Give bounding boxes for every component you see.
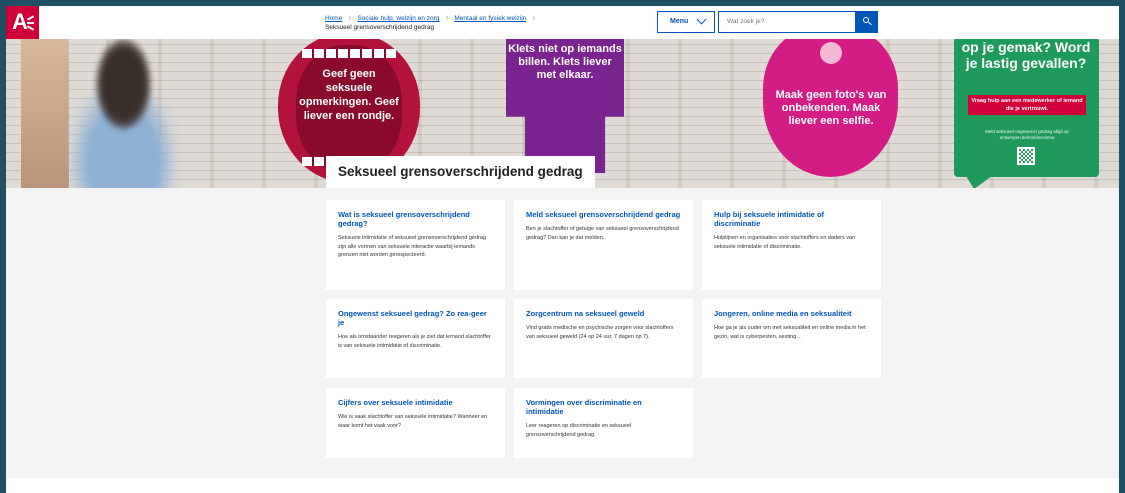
poster-speech-bubble-tail	[964, 173, 996, 188]
chevron-right-icon: ›	[532, 12, 536, 22]
card-meld[interactable]: Meld seksueel grensoverschrijdend gedrag…	[514, 200, 693, 290]
card-title[interactable]: Zorgcentrum na seksueel geweld	[526, 309, 681, 318]
chevron-right-icon: ›	[445, 12, 449, 22]
breadcrumb-sociale-hulp[interactable]: Sociale hulp, welzijn en zorg	[357, 15, 439, 22]
card-title[interactable]: Ongewenst seksueel gedrag? Zo rea-geer j…	[338, 309, 493, 327]
card-jongeren[interactable]: Jongeren, online media en seksualiteit H…	[702, 299, 881, 378]
card-ongewenst[interactable]: Ongewenst seksueel gedrag? Zo rea-geer j…	[326, 299, 505, 378]
card-text: Hoe als omstaander reageren als je ziet …	[338, 334, 491, 349]
poster-eye-text: Maak geen foto's van onbekenden. Maak li…	[775, 89, 887, 127]
card-text: Hulplijnen en organisaties voor slachtof…	[714, 235, 856, 250]
poster-green-tag: Vraag hulp aan een medewerker of iemand …	[968, 95, 1086, 115]
breadcrumb-current: Seksueel grensoverschrijdend gedrag	[325, 24, 435, 31]
card-title[interactable]: Vormingen over discriminatie en intimida…	[526, 398, 681, 416]
card-title[interactable]: Hulp bij seksuele intimidatie of discrim…	[714, 210, 869, 228]
qr-code-icon	[1017, 147, 1035, 165]
search-button[interactable]	[855, 11, 878, 33]
browser-viewport: A Home › Sociale hulp, welzijn en zorg › Men…	[6, 6, 1119, 493]
chevron-right-icon: ›	[348, 12, 352, 22]
card-title[interactable]: Jongeren, online media en seksualiteit	[714, 309, 869, 318]
search-placeholder: Wat zoek je?	[727, 18, 765, 25]
card-title[interactable]: Cijfers over seksuele intimidatie	[338, 398, 493, 407]
menu-button[interactable]: Menu	[657, 11, 715, 33]
card-text: Seksuele intimidatie of seksueel grensov…	[338, 235, 486, 259]
card-text: Vind gratis medische en psychische zorge…	[526, 325, 674, 340]
poster-green-title: op je gemak? Word je lastig gevallen?	[961, 39, 1091, 71]
search-icon-handle	[868, 21, 872, 26]
antwerpen-logo[interactable]: A	[6, 6, 39, 39]
poster-teeth-top	[302, 49, 396, 58]
card-wat-is[interactable]: Wat is seksueel grensoverschrijdend gedr…	[326, 200, 505, 290]
breadcrumb: Home › Sociale hulp, welzijn en zorg › Menta…	[325, 12, 541, 22]
site-header: A Home › Sociale hulp, welzijn en zorg › Men…	[6, 6, 1119, 39]
footer-strip	[6, 478, 1119, 493]
card-text: Hoe ga je als ouder om met seksualiteit …	[714, 325, 866, 340]
page-title: Seksueel grensoverschrijdend gedrag	[326, 156, 595, 188]
logo-dash	[27, 22, 34, 24]
blurred-person-head	[96, 39, 151, 129]
poster-eye-pupil	[820, 42, 842, 64]
search-input[interactable]: Wat zoek je?	[718, 11, 856, 33]
card-zorgcentrum[interactable]: Zorgcentrum na seksueel geweld Vind grat…	[514, 299, 693, 378]
card-text: Ben je slachtoffer of getuige van seksue…	[526, 226, 679, 241]
card-text: Leer reageren op discriminatie en seksue…	[526, 423, 632, 438]
card-vormingen[interactable]: Vormingen over discriminatie en intimida…	[514, 388, 693, 458]
logo-dash	[26, 15, 35, 21]
logo-dash	[26, 25, 35, 31]
card-text: Wie is vaak slachtoffer van seksuele int…	[338, 414, 488, 429]
poster-shirt-text: Klets niet op iemands billen. Klets liev…	[508, 43, 622, 81]
menu-label: Menu	[670, 18, 689, 25]
poster-mouth-text: Geef geen seksuele opmerkingen. Geef lie…	[299, 68, 399, 122]
breadcrumb-mentaal-welzijn[interactable]: Mentaal en fysiek welzijn	[454, 15, 526, 22]
logo-letter: A	[12, 9, 28, 34]
door-frame	[21, 39, 69, 188]
card-cijfers[interactable]: Cijfers over seksuele intimidatie Wie is…	[326, 388, 505, 458]
card-hulp[interactable]: Hulp bij seksuele intimidatie of discrim…	[702, 200, 881, 290]
poster-green-small: Meld seksueel ongewenst gedrag altijd op…	[985, 129, 1069, 140]
card-title[interactable]: Wat is seksueel grensoverschrijdend gedr…	[338, 210, 493, 228]
breadcrumb-home[interactable]: Home	[325, 15, 342, 22]
card-title[interactable]: Meld seksueel grensoverschrijdend gedrag	[526, 210, 681, 219]
chevron-down-icon	[696, 14, 707, 25]
